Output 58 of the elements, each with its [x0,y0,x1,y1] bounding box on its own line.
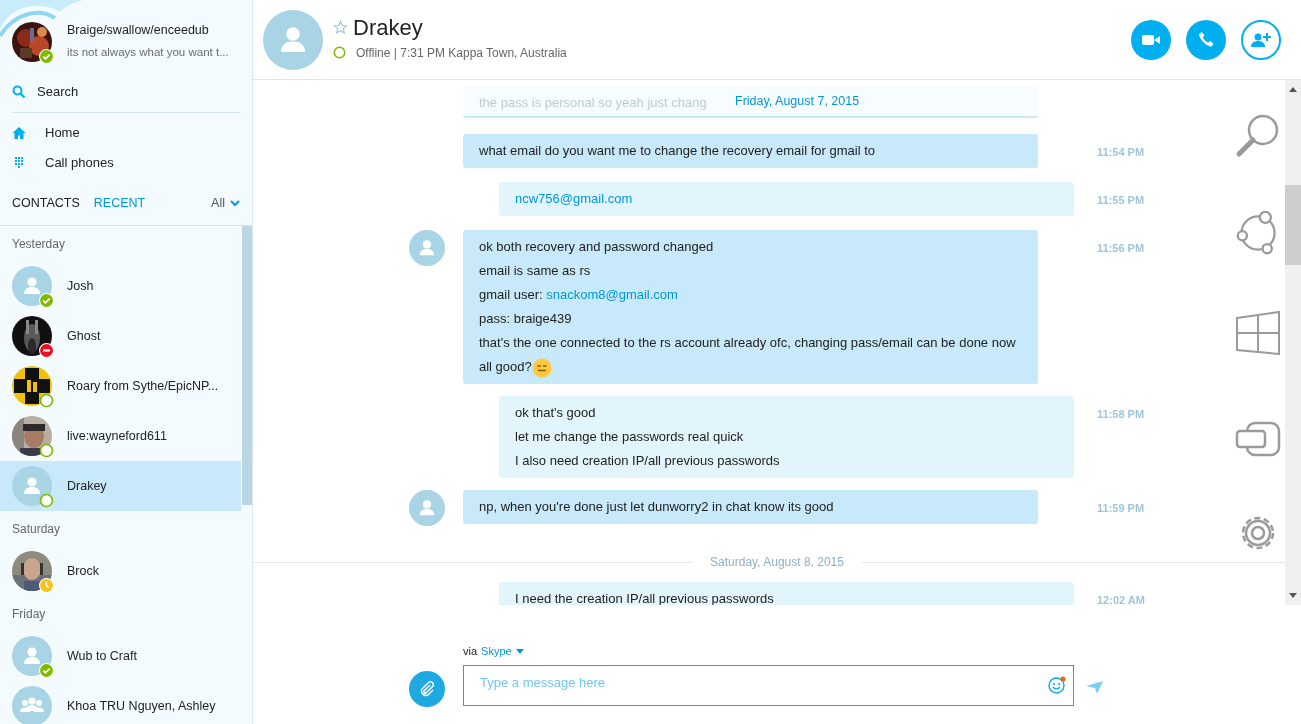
message-time: 12:02 AM [1097,593,1145,605]
contact-item[interactable]: live:wayneford611 [0,411,241,461]
caret-icon [515,648,524,654]
nav-dialpad-item[interactable]: Call phones [0,148,252,178]
contact-item[interactable]: Khoa TRU Nguyen, Ashley [0,681,241,724]
emoji-icon[interactable] [1048,675,1066,694]
group-label: Friday [11,605,47,623]
contact-item[interactable]: Ghost [0,311,241,361]
message-bubble: what email do you want me to change the recovery email for gmail to [463,134,1038,168]
smiley-icon [531,357,552,378]
attach-button[interactable] [409,671,445,707]
message-bubble: ok that's good let me change the passwords real quick I also need creation IP/all previous passwords [499,396,1074,478]
contact-item[interactable]: Josh [0,261,241,311]
message-bubble: I need the creation IP/all previous passwords [499,582,1074,605]
contact-item[interactable]: Wub to Craft [0,631,241,681]
avatar-icon [263,9,323,70]
search-icon[interactable] [1235,112,1281,158]
status-text: Offline | 7:31 PM Kappa Town, Australia [356,44,567,62]
scrollbar-thumb[interactable] [1285,185,1301,265]
video-camera-icon [1142,33,1160,46]
message-time: 11:58 PM [1097,407,1145,422]
contact-name: Drakey [353,13,423,42]
message-time: 11:56 PM [1097,241,1145,256]
call-button[interactable] [1186,19,1226,60]
message-time: 11:55 PM [1097,193,1145,208]
add-person-icon [1250,31,1272,48]
paperclip-icon [418,680,436,698]
mood-message[interactable]: its not always what you want t... [67,43,229,61]
via-label: via [463,643,478,659]
message-bubble: np, when you're done just let dunworry2 in chat know its good [463,490,1038,524]
message-bubble: ok both recovery and password changed email is same as rs gmail user: snackom8@gmail.com pass: braige439 that's the one connected to the rs account already ofc, changing pass/email can be done now all good? [463,230,1038,384]
filter-dropdown[interactable]: All [211,193,240,213]
add-contact-button[interactable] [1241,19,1281,60]
star-icon[interactable] [333,20,348,35]
chevron-down-icon [230,199,240,207]
dialpad-icon [12,156,26,170]
window-grid-icon[interactable] [1235,310,1281,356]
scroll-up-icon[interactable] [1289,86,1297,92]
send-icon[interactable] [1086,680,1103,694]
scrollbar-thumb[interactable] [242,226,252,505]
contact-item[interactable]: Roary from Sythe/EpicNP... [0,361,241,411]
nav-search-item[interactable]: Search [0,77,252,107]
phone-icon [1197,31,1215,48]
message-time: 11:54 PM [1097,145,1145,160]
tab[interactable]: CONTACTS [12,193,80,213]
message-time: 11:59 PM [1097,501,1145,516]
home-icon [12,126,26,140]
group-label: Yesterday [11,235,66,253]
profile-name[interactable]: Braige/swallow/enceedub [67,21,229,40]
group-label: Saturday [11,520,62,538]
message-input[interactable]: Type a message here [463,664,1074,706]
date-separator: Saturday, August 8, 2015 [709,554,845,571]
scroll-down-icon[interactable] [1289,593,1297,599]
video-call-button[interactable] [1131,19,1171,60]
contact-item[interactable]: Drakey [0,461,241,511]
nav-home-item[interactable]: Home [0,118,252,148]
contact-item[interactable]: Brock [0,546,241,596]
search-icon [12,85,26,99]
